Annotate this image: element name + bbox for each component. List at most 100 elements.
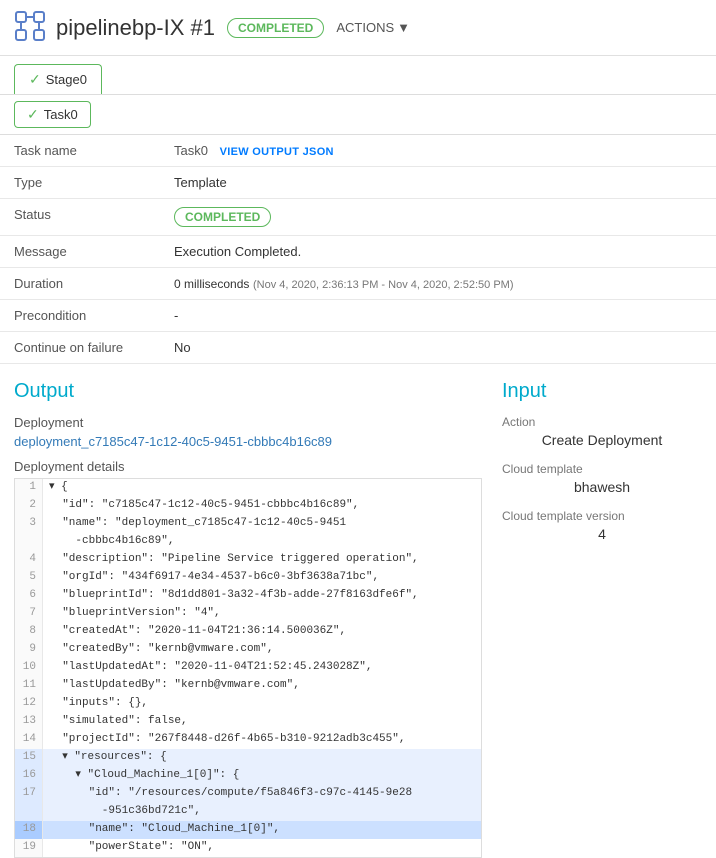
output-section: Output Deployment deployment_c7185c47-1c… [14,380,482,858]
line-number: 16 [15,767,43,785]
line-content: "id": "/resources/compute/f5a846f3-c97c-… [43,785,481,803]
line-number [15,533,43,551]
type-label: Type [0,167,160,199]
code-line: -951c36bd721c", [15,803,481,821]
page-header: pipelinebp-IX #1 COMPLETED ACTIONS ▼ [0,0,716,56]
status-badge-header: COMPLETED [227,18,324,38]
line-content: "blueprintVersion": "4", [43,605,481,623]
line-content: "name": "Cloud_Machine_1[0]", [43,821,481,839]
deployment-link[interactable]: deployment_c7185c47-1c12-40c5-9451-cbbbc… [14,434,482,449]
code-line: 7 "blueprintVersion": "4", [15,605,481,623]
line-content: "blueprintId": "8d1dd801-3a32-4f3b-adde-… [43,587,481,605]
code-block[interactable]: 1▾ {2 "id": "c7185c47-1c12-40c5-9451-cbb… [14,478,482,858]
duration-range: (Nov 4, 2020, 2:36:13 PM - Nov 4, 2020, … [253,279,513,291]
task-name-label: Task name [0,135,160,167]
input-title: Input [502,380,702,403]
cloud-template-version-label: Cloud template version [502,509,702,523]
status-row: Status COMPLETED [0,199,716,236]
line-content: "orgId": "434f6917-4e34-4537-b6c0-3bf363… [43,569,481,587]
line-content: "createdBy": "kernb@vmware.com", [43,641,481,659]
code-line: 11 "lastUpdatedBy": "kernb@vmware.com", [15,677,481,695]
page-title: pipelinebp-IX #1 [56,15,215,41]
code-line: 18 "name": "Cloud_Machine_1[0]", [15,821,481,839]
message-row: Message Execution Completed. [0,236,716,268]
task-name-row: Task name Task0 VIEW OUTPUT JSON [0,135,716,167]
precondition-row: Precondition - [0,300,716,332]
cloud-template-version-group: Cloud template version 4 [502,509,702,542]
line-content: -951c36bd721c", [43,803,481,821]
status-label: Status [0,199,160,236]
line-content: "id": "c7185c47-1c12-40c5-9451-cbbbc4b16… [43,497,481,515]
line-number: 15 [15,749,43,767]
line-number: 2 [15,497,43,515]
line-content: "inputs": {}, [43,695,481,713]
duration-value: 0 milliseconds [174,277,249,291]
task-name-value[interactable]: Task0 [174,143,208,158]
code-line: 19 "powerState": "ON", [15,839,481,857]
duration-label: Duration [0,268,160,300]
line-number: 18 [15,821,43,839]
line-content: -cbbbc4b16c89", [43,533,481,551]
stage0-label: Stage0 [46,72,87,87]
cloud-template-group: Cloud template bhawesh [502,462,702,495]
view-output-json-link[interactable]: VIEW OUTPUT JSON [220,146,334,158]
code-line: 13 "simulated": false, [15,713,481,731]
line-number: 5 [15,569,43,587]
precondition-value: - [160,300,716,332]
deployment-label: Deployment [14,415,482,430]
cloud-template-version-value: 4 [502,526,702,542]
task-tabs: ✓ Task0 [0,95,716,135]
action-group: Action Create Deployment [502,415,702,448]
code-line: 2 "id": "c7185c47-1c12-40c5-9451-cbbbc4b… [15,497,481,515]
line-number: 17 [15,785,43,803]
line-number: 3 [15,515,43,533]
line-number: 10 [15,659,43,677]
line-content: ▾ "resources": { [43,749,481,767]
line-content: ▾ { [43,479,481,497]
precondition-label: Precondition [0,300,160,332]
chevron-down-icon: ▼ [397,20,410,35]
action-label: Action [502,415,702,429]
action-value: Create Deployment [502,432,702,448]
line-number: 6 [15,587,43,605]
line-number: 12 [15,695,43,713]
details-table: Task name Task0 VIEW OUTPUT JSON Type Te… [0,135,716,364]
code-line: 10 "lastUpdatedAt": "2020-11-04T21:52:45… [15,659,481,677]
status-badge-completed: COMPLETED [174,207,271,227]
line-number: 11 [15,677,43,695]
line-content: "lastUpdatedBy": "kernb@vmware.com", [43,677,481,695]
stage0-tab[interactable]: ✓ Stage0 [14,64,102,94]
task-check-icon: ✓ [27,106,39,123]
line-number: 9 [15,641,43,659]
input-section: Input Action Create Deployment Cloud tem… [502,380,702,858]
actions-button[interactable]: ACTIONS ▼ [336,20,410,35]
code-line: -cbbbc4b16c89", [15,533,481,551]
deployment-details-label: Deployment details [14,459,482,474]
line-number: 4 [15,551,43,569]
continue-failure-value: No [160,332,716,364]
line-number [15,803,43,821]
message-value: Execution Completed. [160,236,716,268]
line-number: 7 [15,605,43,623]
code-line: 1▾ { [15,479,481,497]
line-number: 14 [15,731,43,749]
line-number: 8 [15,623,43,641]
line-content: "createdAt": "2020-11-04T21:36:14.500036… [43,623,481,641]
line-content: "projectId": "267f8448-d26f-4b65-b310-92… [43,731,481,749]
line-content: "powerState": "ON", [43,839,481,857]
cloud-template-value: bhawesh [502,479,702,495]
line-content: "simulated": false, [43,713,481,731]
code-line: 17 "id": "/resources/compute/f5a846f3-c9… [15,785,481,803]
line-content: "lastUpdatedAt": "2020-11-04T21:52:45.24… [43,659,481,677]
code-line: 16 ▾ "Cloud_Machine_1[0]": { [15,767,481,785]
code-line: 3 "name": "deployment_c7185c47-1c12-40c5… [15,515,481,533]
code-line: 9 "createdBy": "kernb@vmware.com", [15,641,481,659]
line-content: "description": "Pipeline Service trigger… [43,551,481,569]
duration-row: Duration 0 milliseconds (Nov 4, 2020, 2:… [0,268,716,300]
code-line: 4 "description": "Pipeline Service trigg… [15,551,481,569]
message-label: Message [0,236,160,268]
task0-tab[interactable]: ✓ Task0 [14,101,91,128]
code-line: 12 "inputs": {}, [15,695,481,713]
code-line: 14 "projectId": "267f8448-d26f-4b65-b310… [15,731,481,749]
code-line: 15 ▾ "resources": { [15,749,481,767]
